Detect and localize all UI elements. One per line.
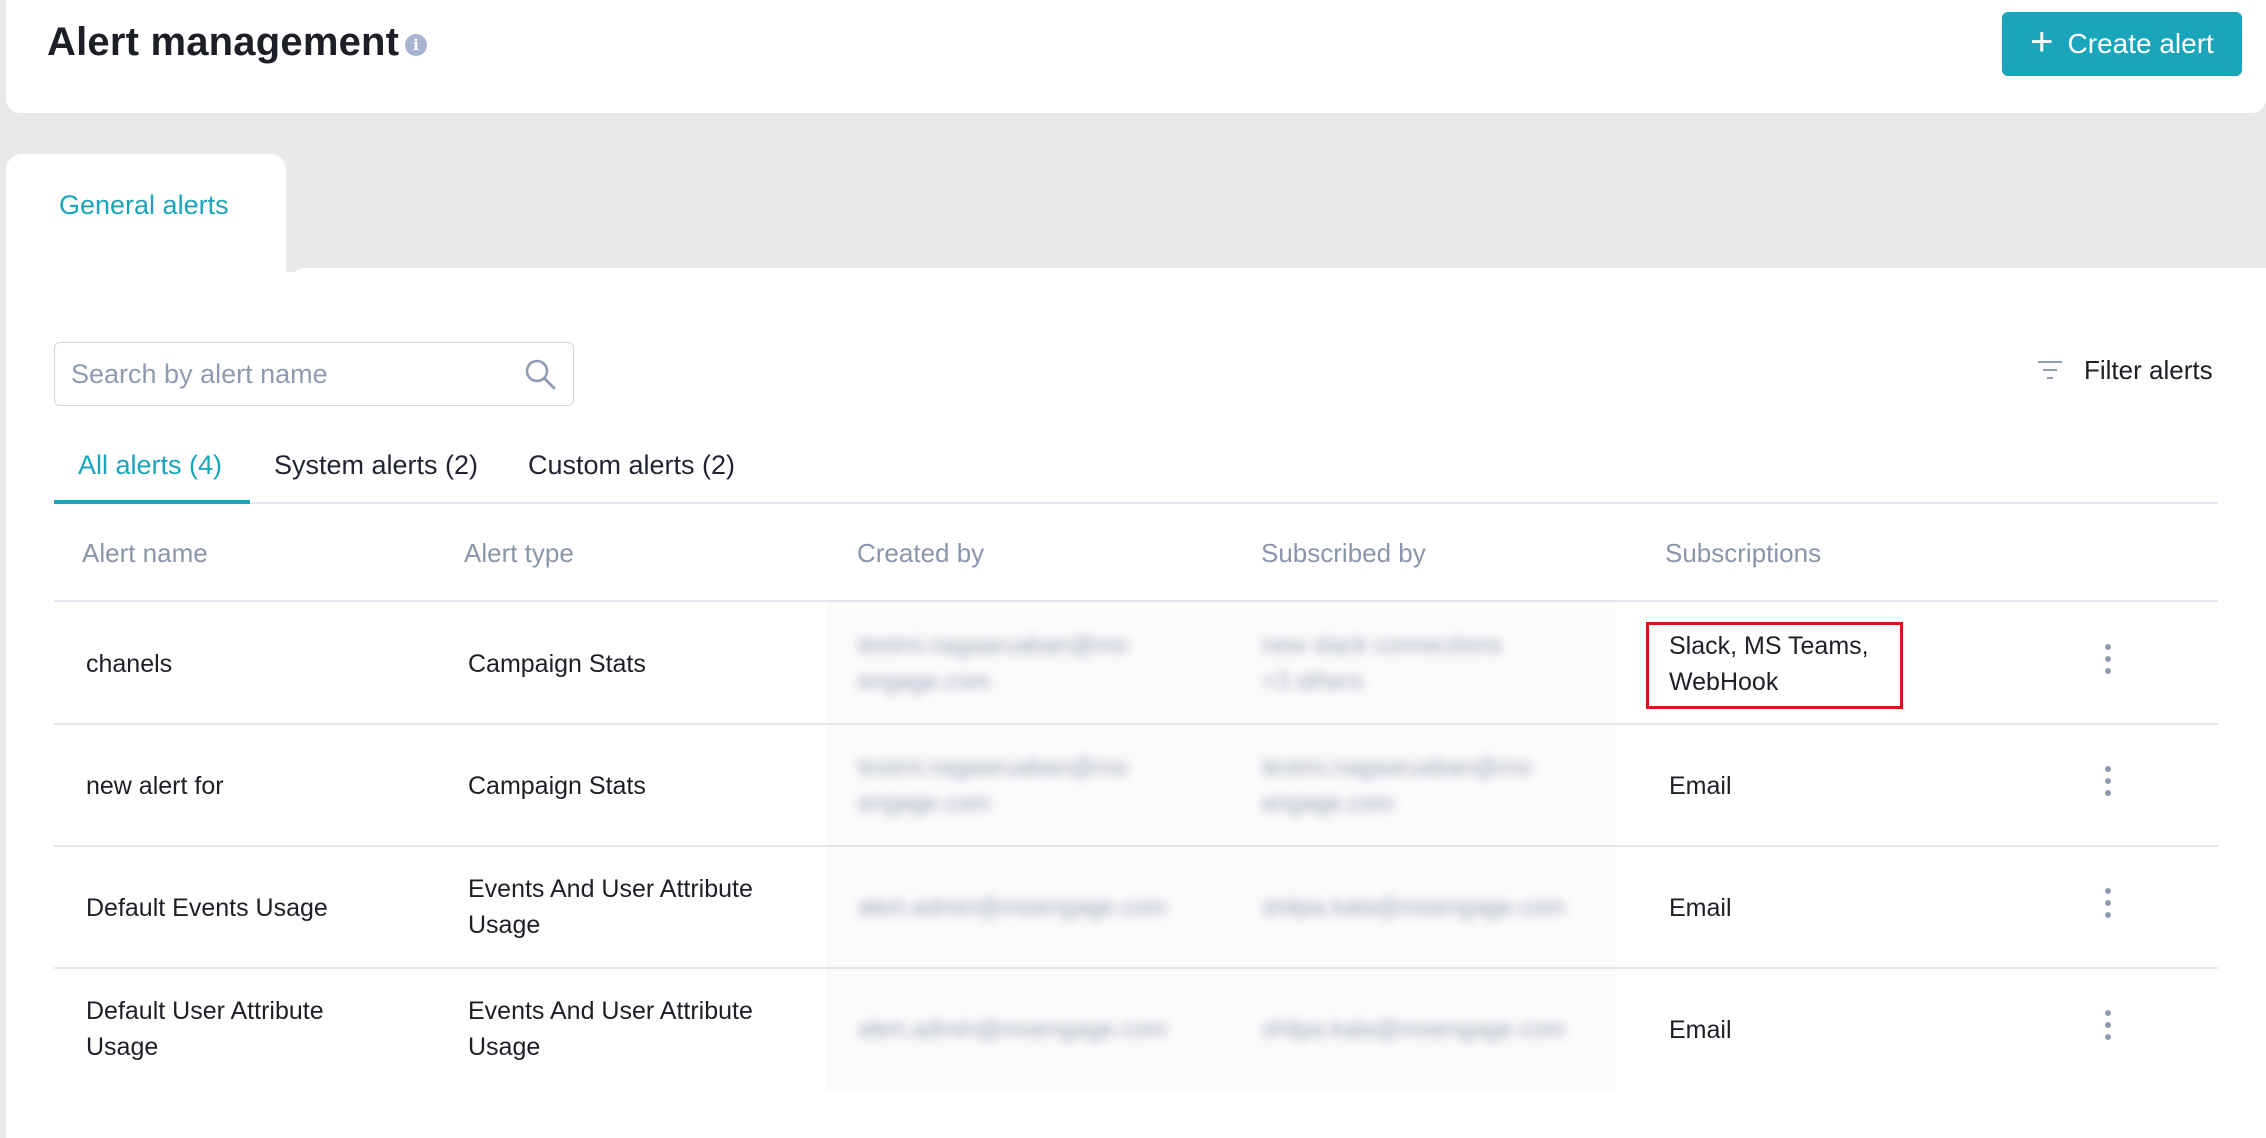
created-by-cell: alert.admin@moengage.com — [858, 1016, 1167, 1043]
tab-custom-alerts[interactable]: Custom alerts (2) — [528, 450, 735, 502]
column-header-subscriptions[interactable]: Subscriptions — [1665, 538, 1821, 569]
column-header-alert-name[interactable]: Alert name — [82, 538, 208, 569]
row-divider — [54, 723, 2218, 725]
kebab-menu-icon[interactable] — [2102, 766, 2114, 796]
row-divider — [54, 845, 2218, 847]
kebab-menu-icon[interactable] — [2102, 1010, 2114, 1040]
subscriptions-cell: Email — [1669, 772, 1732, 800]
create-alert-button[interactable]: + Create alert — [2002, 12, 2242, 76]
search-icon[interactable] — [523, 357, 557, 391]
search-input[interactable] — [71, 353, 511, 395]
alert-category-tabs: All alerts (4) System alerts (2) Custom … — [54, 442, 2218, 504]
kebab-menu-icon[interactable] — [2102, 888, 2114, 918]
alert-type-cell: Campaign Stats — [468, 772, 646, 800]
subscribed-by-cell: shilpa.kala@moengage.com — [1262, 894, 1566, 921]
search-box[interactable] — [54, 342, 574, 406]
subscriptions-cell: Email — [1669, 894, 1732, 922]
filter-alerts-label: Filter alerts — [2084, 354, 2213, 385]
alert-type-cell: Events And User Attribute Usage — [468, 875, 753, 939]
tab-general-alerts[interactable]: General alerts — [6, 154, 286, 274]
alert-name-cell[interactable]: chanels — [86, 646, 172, 682]
filter-alerts-button[interactable]: Filter alerts — [2036, 350, 2213, 390]
subscribed-by-cell: testmi.nagaaruaban@mo engage.com — [1262, 754, 1532, 817]
created-by-cell: testmi.nagaaruaban@mo engage.com — [858, 754, 1128, 817]
page-header: Alert management i + Create alert — [6, 0, 2266, 113]
subscribed-by-cell: shilpa.kala@moengage.com — [1262, 1016, 1566, 1043]
plus-icon: + — [2030, 20, 2054, 64]
alert-name-cell[interactable]: Default Events Usage — [86, 890, 328, 926]
row-divider — [54, 967, 2218, 969]
page-title: Alert management — [47, 20, 400, 64]
active-tab-indicator — [54, 500, 250, 504]
alert-type-cell: Campaign Stats — [468, 650, 646, 678]
alert-type-cell: Events And User Attribute Usage — [468, 997, 753, 1061]
subscriptions-cell: Email — [1669, 1016, 1732, 1044]
create-alert-label: Create alert — [2067, 28, 2214, 59]
column-header-alert-type[interactable]: Alert type — [464, 538, 574, 569]
column-header-subscribed-by[interactable]: Subscribed by — [1261, 538, 1426, 569]
kebab-menu-icon[interactable] — [2102, 644, 2114, 674]
created-by-cell: testmi.nagaaruaban@mo engage.com — [858, 632, 1128, 695]
tab-all-alerts[interactable]: All alerts (4) — [78, 450, 222, 502]
alert-name-cell[interactable]: Default User Attribute Usage — [86, 993, 324, 1065]
tab-general-alerts-label: General alerts — [59, 190, 229, 220]
alert-name-cell[interactable]: new alert for — [86, 768, 224, 804]
subscriptions-cell: Slack, MS Teams, WebHook — [1669, 632, 1869, 696]
created-by-cell: alert.admin@moengage.com — [858, 894, 1167, 921]
subscribed-by-cell: new slack connections +3 others — [1262, 632, 1503, 695]
info-icon[interactable]: i — [405, 34, 427, 56]
column-header-created-by[interactable]: Created by — [857, 538, 984, 569]
filter-icon — [2038, 361, 2062, 379]
tab-system-alerts[interactable]: System alerts (2) — [274, 450, 478, 502]
